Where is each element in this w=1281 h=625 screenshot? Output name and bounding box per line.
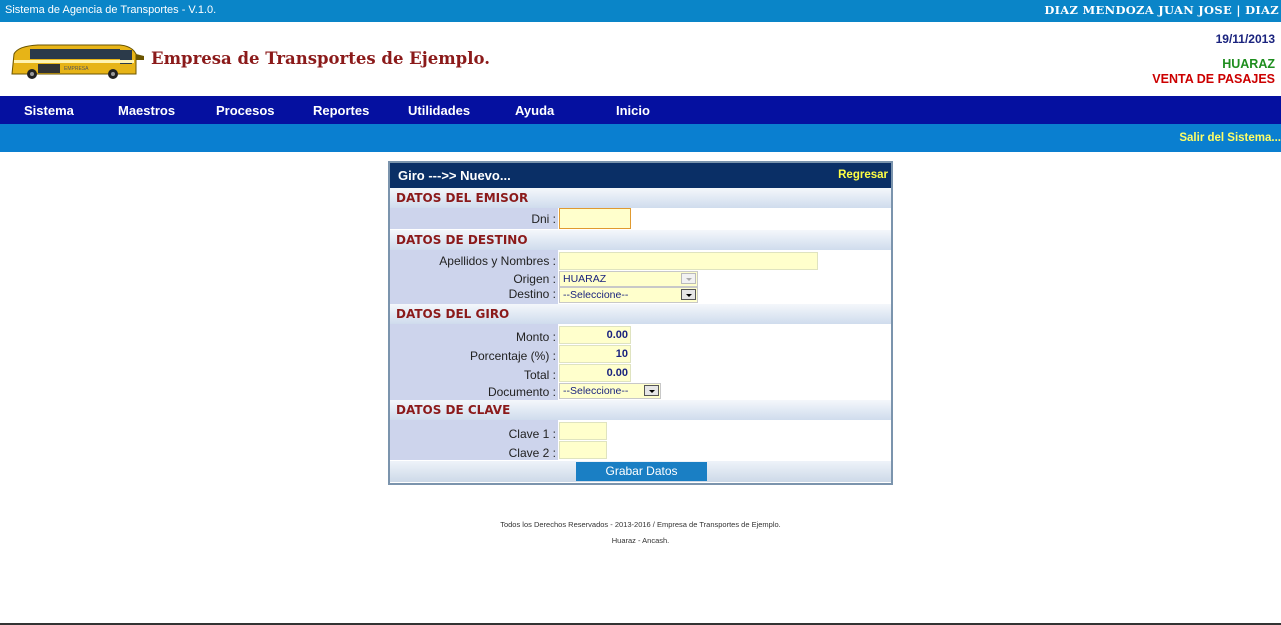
clave1-label: Clave 1 : bbox=[508, 427, 556, 441]
section-destino-title: DATOS DE DESTINO bbox=[396, 233, 528, 247]
menu-maestros[interactable]: Maestros bbox=[118, 103, 175, 118]
grabar-datos-button[interactable]: Grabar Datos bbox=[576, 462, 707, 481]
back-link[interactable]: Regresar bbox=[838, 169, 888, 181]
total-input: 0.00 bbox=[559, 364, 631, 382]
menu-sistema[interactable]: Sistema bbox=[24, 103, 74, 118]
nombres-label: Apellidos y Nombres : bbox=[390, 250, 558, 270]
documento-value: --Seleccione-- bbox=[563, 385, 629, 397]
form-title-bar: Giro --->> Nuevo... Regresar bbox=[390, 163, 891, 188]
current-date: 19/11/2013 bbox=[1215, 32, 1275, 46]
menu-procesos[interactable]: Procesos bbox=[216, 103, 275, 118]
destino-select[interactable]: --Seleccione-- bbox=[559, 287, 698, 303]
clave-labels: Clave 1 : Clave 2 : bbox=[390, 420, 558, 460]
documento-select[interactable]: --Seleccione-- bbox=[559, 383, 661, 399]
svg-text:EMPRESA: EMPRESA bbox=[64, 66, 89, 72]
dni-input[interactable] bbox=[559, 208, 631, 229]
destino-value: --Seleccione-- bbox=[563, 289, 629, 301]
nombres-input[interactable] bbox=[559, 252, 818, 270]
section-emisor-title: DATOS DEL EMISOR bbox=[396, 191, 529, 205]
monto-label: Monto : bbox=[515, 330, 556, 344]
top-bar: Sistema de Agencia de Transportes - V.1.… bbox=[0, 0, 1281, 22]
section-clave: DATOS DE CLAVE bbox=[390, 400, 891, 420]
clave1-input[interactable] bbox=[559, 422, 607, 440]
footer-location: Huaraz - Ancash. bbox=[611, 536, 670, 545]
header: EMPRESA Empresa de Transportes de Ejempl… bbox=[0, 22, 1281, 96]
giro-labels: Monto : Porcentaje (%) : Total : Documen… bbox=[390, 324, 558, 400]
destino-label: Destino : bbox=[508, 287, 556, 301]
monto-input[interactable]: 0.00 bbox=[559, 326, 631, 344]
porcentaje-input[interactable]: 10 bbox=[559, 345, 631, 363]
total-label: Total : bbox=[523, 368, 556, 382]
menu-utilidades[interactable]: Utilidades bbox=[408, 103, 470, 118]
dni-label: Dni : bbox=[390, 208, 558, 229]
main-menu: Sistema Maestros Procesos Reportes Utili… bbox=[0, 96, 1281, 124]
section-emisor: DATOS DEL EMISOR bbox=[390, 188, 891, 208]
company-name: Empresa de Transportes de Ejemplo. bbox=[151, 49, 490, 68]
logged-user: DIAZ MENDOZA JUAN JOSE | DIAZ bbox=[1044, 3, 1279, 17]
documento-label: Documento : bbox=[487, 385, 556, 399]
form-title: Giro --->> Nuevo... bbox=[398, 168, 511, 183]
exit-link[interactable]: Salir del Sistema... bbox=[1179, 132, 1281, 144]
section-destino: DATOS DE DESTINO bbox=[390, 230, 891, 250]
section-giro: DATOS DEL GIRO bbox=[390, 304, 891, 324]
origen-destino-labels: Origen : Destino : bbox=[390, 270, 558, 304]
city-label: HUARAZ bbox=[1222, 57, 1275, 71]
menu-ayuda[interactable]: Ayuda bbox=[515, 103, 554, 118]
origen-value: HUARAZ bbox=[563, 273, 607, 285]
porcentaje-label: Porcentaje (%) : bbox=[469, 349, 556, 363]
module-label: VENTA DE PASAJES bbox=[1152, 72, 1275, 86]
clave2-input[interactable] bbox=[559, 441, 607, 459]
chevron-down-icon bbox=[681, 289, 696, 300]
system-name: Sistema de Agencia de Transportes - V.1.… bbox=[5, 4, 217, 16]
bus-icon: EMPRESA bbox=[11, 44, 144, 79]
origen-select[interactable]: HUARAZ bbox=[559, 271, 698, 287]
chevron-down-icon bbox=[644, 385, 659, 396]
footer-copyright: Todos los Derechos Reservados - 2013-201… bbox=[500, 520, 781, 529]
sub-bar: Salir del Sistema... bbox=[0, 124, 1281, 152]
section-giro-title: DATOS DEL GIRO bbox=[396, 307, 510, 321]
form-footer: Grabar Datos bbox=[390, 461, 891, 482]
menu-inicio[interactable]: Inicio bbox=[616, 103, 650, 118]
chevron-down-icon bbox=[681, 273, 696, 284]
giro-form-panel: Giro --->> Nuevo... Regresar DATOS DEL E… bbox=[388, 161, 893, 485]
origen-label: Origen : bbox=[513, 272, 556, 286]
menu-reportes[interactable]: Reportes bbox=[313, 103, 369, 118]
section-clave-title: DATOS DE CLAVE bbox=[396, 403, 511, 417]
